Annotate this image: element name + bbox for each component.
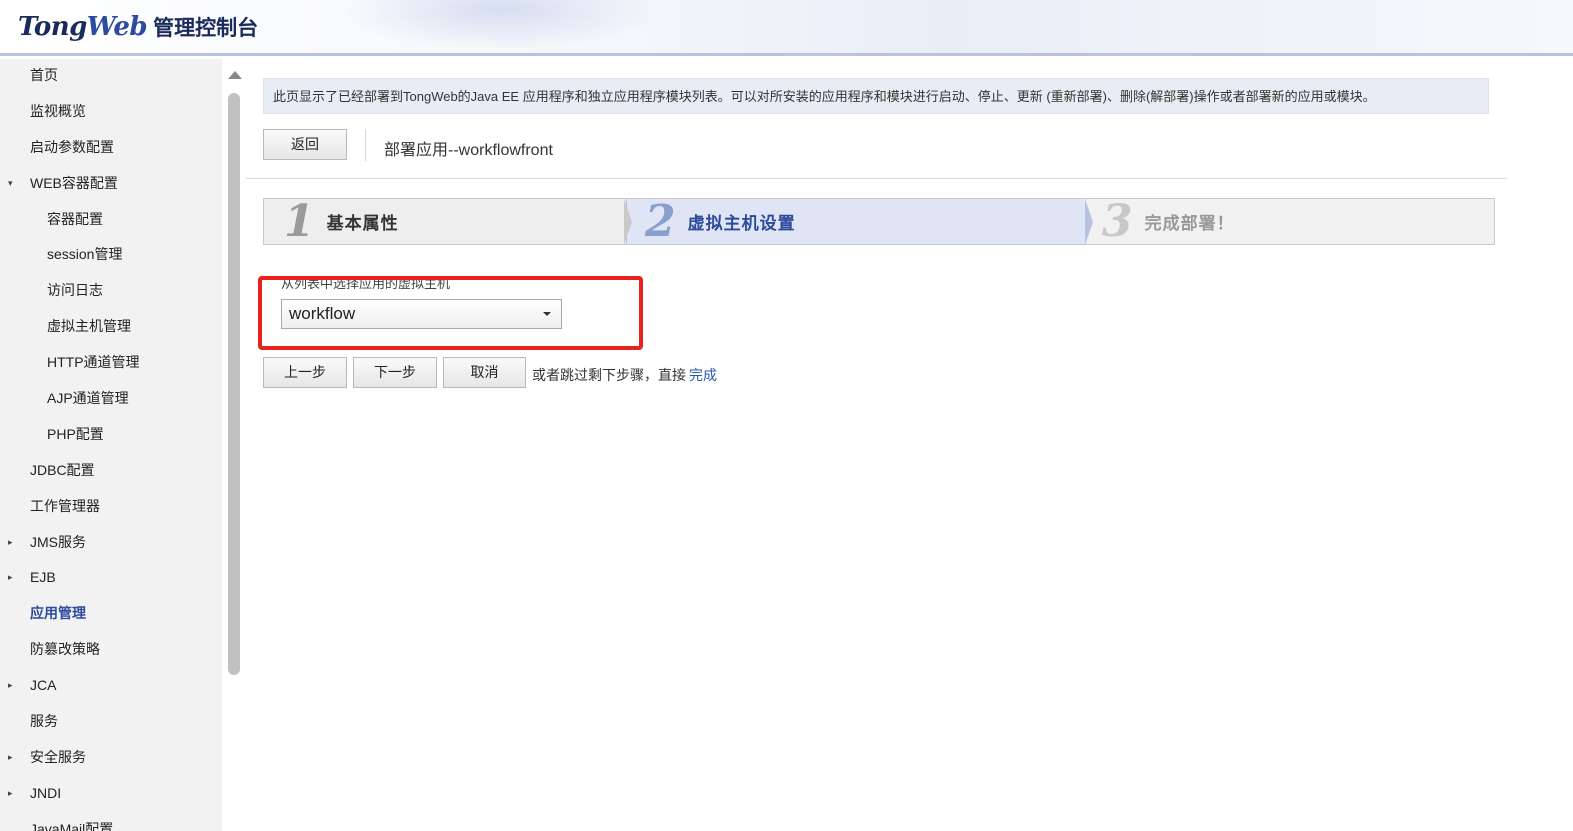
- sidebar-item-label: 防篡改策略: [30, 641, 100, 658]
- step-label: 完成部署！: [1144, 214, 1235, 233]
- sidebar-item[interactable]: ▸ JMS服务: [0, 526, 222, 562]
- logo-brand-tong: Tong: [18, 12, 87, 42]
- sidebar-item[interactable]: 防篡改策略: [0, 633, 222, 669]
- sidebar-item[interactable]: JDBC配置: [0, 454, 222, 490]
- cancel-button[interactable]: 取消: [443, 357, 526, 388]
- section-divider: [246, 178, 1507, 179]
- sidebar-item[interactable]: 应用管理: [0, 597, 222, 633]
- sidebar-item[interactable]: 服务: [0, 705, 222, 741]
- prev-step-button[interactable]: 上一步: [263, 357, 347, 388]
- sidebar-item[interactable]: ▸ JCA: [0, 669, 222, 705]
- caret-right-icon[interactable]: ▸: [8, 777, 13, 809]
- sidebar-item[interactable]: JavaMail配置: [0, 813, 222, 831]
- step-number: 2: [645, 196, 676, 247]
- sidebar-item-label: AJP通道管理: [47, 390, 129, 407]
- sidebar-item[interactable]: session管理: [0, 238, 222, 274]
- sidebar-item-label: 安全服务: [30, 748, 86, 765]
- sidebar-item-label: session管理: [47, 246, 123, 263]
- sidebar-item-label: JavaMail配置: [30, 820, 114, 831]
- step-label: 虚拟主机设置: [687, 214, 796, 233]
- red-highlight-annotation: [258, 276, 643, 350]
- sidebar-item[interactable]: 工作管理器: [0, 490, 222, 526]
- wizard-step-3: 3 完成部署！: [1086, 199, 1494, 244]
- app-header: Tong Web 管理控制台: [0, 0, 1573, 56]
- sidebar-item-label: JCA: [30, 677, 57, 694]
- sidebar-item-label: 虚拟主机管理: [47, 318, 131, 335]
- next-step-button[interactable]: 下一步: [353, 357, 437, 388]
- sidebar-item-label: 监视概览: [30, 102, 86, 119]
- sidebar-item[interactable]: ▾ WEB容器配置: [0, 167, 222, 203]
- skip-steps-text: 或者跳过剩下步骤，直接: [532, 367, 686, 383]
- sidebar-item[interactable]: ▸ JNDI: [0, 777, 222, 813]
- page-description: 此页显示了已经部署到TongWeb的Java EE 应用程序和独立应用程序模块列…: [263, 78, 1489, 114]
- step-label: 基本属性: [326, 214, 399, 233]
- toolbar-divider: [365, 129, 366, 161]
- sidebar-item[interactable]: ▸ 安全服务: [0, 741, 222, 777]
- scrollbar-thumb[interactable]: [228, 93, 240, 675]
- sidebar-item-label: WEB容器配置: [30, 174, 118, 191]
- caret-right-icon[interactable]: ▸: [8, 526, 13, 558]
- sidebar-item-label: HTTP通道管理: [47, 354, 140, 371]
- wizard-step-2-active: 2 虚拟主机设置: [626, 199, 1086, 244]
- sidebar-item[interactable]: ▸ EJB: [0, 561, 222, 597]
- step-chevron-icon: [624, 199, 632, 245]
- sidebar-nav: 首页监视概览启动参数配置 ▾ WEB容器配置 容器配置 session管理 访问日志虚拟主…: [0, 59, 222, 831]
- header-decoration: [340, 0, 660, 50]
- sidebar-item-label: JDBC配置: [30, 461, 95, 478]
- deploy-wizard-steps: 1 基本属性 2 虚拟主机设置 3 完成部署！: [263, 198, 1495, 245]
- wizard-step-1: 1 基本属性: [264, 199, 626, 244]
- deploy-title: 部署应用--workflowfront: [384, 142, 553, 159]
- caret-right-icon[interactable]: ▸: [8, 561, 13, 593]
- sidebar-item[interactable]: 首页: [0, 59, 222, 95]
- scroll-up-arrow-icon[interactable]: [228, 71, 242, 79]
- caret-down-icon[interactable]: ▾: [8, 167, 13, 199]
- sidebar-item-label: JMS服务: [30, 533, 86, 550]
- sidebar-item-label: EJB: [30, 569, 56, 586]
- step-number: 3: [1102, 196, 1133, 247]
- sidebar-item[interactable]: 启动参数配置: [0, 131, 222, 167]
- finish-link[interactable]: 完成: [689, 365, 717, 385]
- sidebar-item[interactable]: 容器配置: [0, 203, 222, 239]
- sidebar-item-label: 应用管理: [30, 605, 86, 622]
- sidebar-item[interactable]: 访问日志: [0, 274, 222, 310]
- sidebar-scrollbar[interactable]: [222, 59, 246, 831]
- sidebar-item-label: 工作管理器: [30, 497, 100, 514]
- console-title: 管理控制台: [153, 16, 259, 40]
- step-chevron-icon: [1085, 199, 1093, 245]
- sidebar-item[interactable]: 监视概览: [0, 95, 222, 131]
- main-content: 此页显示了已经部署到TongWeb的Java EE 应用程序和独立应用程序模块列…: [246, 59, 1573, 831]
- sidebar-item-label: 访问日志: [47, 282, 103, 299]
- sidebar-item-label: 首页: [30, 67, 58, 83]
- caret-right-icon[interactable]: ▸: [8, 669, 13, 701]
- caret-right-icon[interactable]: ▸: [8, 741, 13, 773]
- logo-brand-web: Web: [86, 12, 148, 42]
- sidebar-item-label: 启动参数配置: [30, 138, 114, 155]
- sidebar-item-label: JNDI: [30, 784, 62, 801]
- tongweb-logo: Tong Web 管理控制台: [18, 12, 258, 44]
- sidebar-item-label: PHP配置: [47, 425, 104, 442]
- step-number: 1: [284, 196, 315, 247]
- sidebar-item-label: 容器配置: [47, 210, 103, 227]
- back-button[interactable]: 返回: [263, 129, 347, 160]
- sidebar-item[interactable]: HTTP通道管理: [0, 346, 222, 382]
- sidebar-item-label: 服务: [30, 713, 58, 730]
- sidebar-item[interactable]: PHP配置: [0, 418, 222, 454]
- sidebar-item[interactable]: 虚拟主机管理: [0, 310, 222, 346]
- sidebar-item[interactable]: AJP通道管理: [0, 382, 222, 418]
